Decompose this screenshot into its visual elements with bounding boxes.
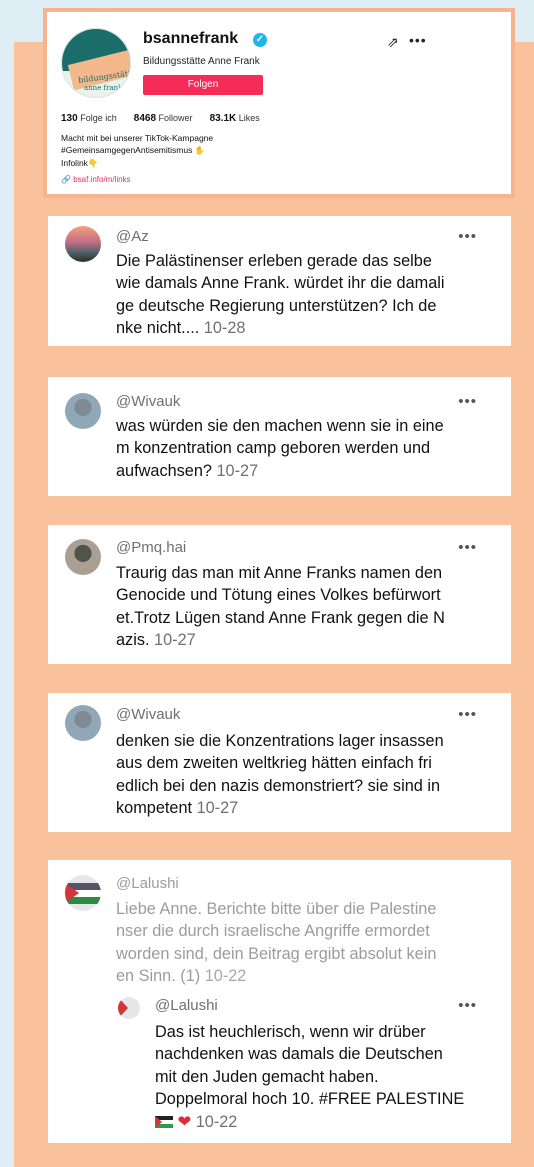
comment-text: Die Palästinenser erleben gerade das sel… bbox=[116, 250, 504, 340]
profile-bio: Macht mit bei unserer TikTok-Kampagne #G… bbox=[61, 132, 213, 170]
reply-line: ❤ 10-22 bbox=[155, 1111, 495, 1133]
comment-line: edlich bei den nazis demonstriert? sie s… bbox=[116, 776, 440, 795]
comment-text: was würden sie den machen wenn sie in ei… bbox=[116, 415, 504, 482]
reply-username[interactable]: @Lalushi bbox=[155, 997, 218, 1014]
avatar[interactable] bbox=[65, 539, 101, 575]
heart-icon: ❤ bbox=[177, 1112, 192, 1131]
comment-card: @Lalushi Liebe Anne. Berichte bitte über… bbox=[48, 860, 511, 1143]
pointing-hand-icon: 👇 bbox=[87, 159, 98, 168]
comment-card: @Wivauk ••• was würden sie den machen we… bbox=[48, 377, 511, 496]
comment-line: nke nicht.... 10-28 bbox=[116, 319, 246, 338]
likes-count: 83.1K bbox=[209, 113, 237, 124]
comment-card: @Wivauk ••• denken sie die Konzentration… bbox=[48, 693, 511, 832]
followers-count[interactable]: 8468 bbox=[134, 113, 156, 124]
comment-card: @Az ••• Die Palästinenser erleben gerade… bbox=[48, 216, 511, 346]
comment-username[interactable]: @Az bbox=[116, 228, 149, 245]
comment-date: 10-27 bbox=[216, 461, 259, 480]
following-count[interactable]: 130 bbox=[61, 113, 78, 124]
comment-line: m konzentration camp geboren werden und bbox=[116, 439, 431, 458]
comment-line: aufwachsen? 10-27 bbox=[116, 461, 259, 480]
comment-line: nser die durch israelische Angriffe ermo… bbox=[116, 922, 430, 941]
hashtag-link[interactable]: #GemeinsamgegenAntisemitismus bbox=[61, 145, 192, 155]
more-icon[interactable]: ••• bbox=[458, 228, 477, 245]
comment-username[interactable]: @Lalushi bbox=[116, 875, 179, 892]
share-icon[interactable]: ⇗ bbox=[387, 34, 399, 51]
verified-checkmark-icon: ✓ bbox=[253, 33, 267, 47]
avatar[interactable] bbox=[65, 875, 101, 911]
comment-line: worden sind, dein Beitrag ergibt absolut… bbox=[116, 944, 437, 963]
reply-date: 10-22 bbox=[195, 1112, 238, 1131]
comment-line: aus dem zweiten weltkrieg hätten einfach… bbox=[116, 754, 432, 773]
comment-date: 10-27 bbox=[154, 631, 196, 650]
avatar[interactable] bbox=[65, 226, 101, 262]
more-icon[interactable]: ••• bbox=[458, 706, 477, 723]
profile-link-text[interactable]: bsaf.info/m/links bbox=[73, 175, 130, 184]
more-icon[interactable]: ••• bbox=[458, 997, 477, 1014]
comment-line: azis. 10-27 bbox=[116, 631, 196, 650]
likes-label: Likes bbox=[238, 113, 260, 123]
comment-username[interactable]: @Pmq.hai bbox=[116, 539, 186, 556]
reply-text: Das ist heuchlerisch, wenn wir drüber na… bbox=[155, 1021, 495, 1133]
comment-text: Traurig das man mit Anne Franks namen de… bbox=[116, 562, 504, 652]
comment-username[interactable]: @Wivauk bbox=[116, 706, 180, 723]
reply-line: Das ist heuchlerisch, wenn wir drüber bbox=[155, 1023, 426, 1041]
flag-triangle bbox=[118, 997, 128, 1019]
avatar[interactable] bbox=[65, 393, 101, 429]
comment-line: Traurig das man mit Anne Franks namen de… bbox=[116, 564, 443, 582]
comment-date: 10-28 bbox=[203, 319, 246, 338]
comment-line: denken sie die Konzentrations lager insa… bbox=[116, 732, 444, 750]
comment-date: 10-22 bbox=[204, 967, 247, 986]
comment-line: ge deutsche Regierung unterstützen? Ich … bbox=[116, 296, 437, 315]
bio-line: #GemeinsamgegenAntisemitismus ✋ bbox=[61, 144, 213, 157]
more-icon[interactable]: ••• bbox=[409, 32, 427, 48]
avatar[interactable] bbox=[65, 705, 101, 741]
link-icon: 🔗 bbox=[61, 175, 71, 184]
follow-button[interactable]: Folgen bbox=[143, 75, 263, 95]
profile-display-name: Bildungsstätte Anne Frank bbox=[143, 56, 260, 67]
comment-line: wie damals Anne Frank. würdet ihr die da… bbox=[116, 274, 445, 293]
flag-triangle bbox=[65, 883, 79, 903]
infolink-text: Infolink bbox=[61, 158, 88, 168]
comment-line: kompetent 10-27 bbox=[116, 799, 239, 818]
profile-link[interactable]: 🔗 bsaf.info/m/links bbox=[61, 175, 131, 184]
comment-text: denken sie die Konzentrations lager insa… bbox=[116, 730, 504, 820]
profile-avatar[interactable]: bildungsstätte anne frank bbox=[61, 28, 131, 98]
more-icon[interactable]: ••• bbox=[458, 539, 477, 556]
followers-label: Follower bbox=[158, 113, 193, 123]
palestine-flag-icon bbox=[155, 1115, 173, 1128]
bio-line: Macht mit bei unserer TikTok-Kampagne bbox=[61, 133, 214, 143]
comment-card: @Pmq.hai ••• Traurig das man mit Anne Fr… bbox=[48, 525, 511, 664]
reply-avatar[interactable] bbox=[118, 997, 140, 1019]
reply-line: Doppelmoral hoch 10. #FREE PALESTINE bbox=[155, 1090, 465, 1109]
hand-icon: ✋ bbox=[194, 146, 205, 155]
comment-text: Liebe Anne. Berichte bitte über die Pale… bbox=[116, 898, 504, 988]
profile-card: bildungsstätte anne frank bsannefrank ✓ … bbox=[43, 8, 515, 198]
comment-line: Liebe Anne. Berichte bitte über die Pale… bbox=[116, 900, 437, 918]
comment-username[interactable]: @Wivauk bbox=[116, 393, 180, 410]
comment-line: en Sinn. (1) 10-22 bbox=[116, 967, 247, 986]
reply-line: nachdenken was damals die Deutschen bbox=[155, 1045, 443, 1064]
reply-line: mit den Juden gemacht haben. bbox=[155, 1067, 379, 1086]
comment-line: Genocide und Tötung eines Volkes befürwo… bbox=[116, 586, 441, 605]
comment-date: 10-27 bbox=[196, 799, 239, 818]
following-label: Folge ich bbox=[80, 113, 117, 123]
comment-line: was würden sie den machen wenn sie in ei… bbox=[116, 417, 444, 435]
bio-line: Infolink👇 bbox=[61, 157, 213, 170]
comment-line: Die Palästinenser erleben gerade das sel… bbox=[116, 252, 432, 270]
profile-stats: 130 Folge ich 8468 Follower 83.1K Likes bbox=[61, 113, 260, 124]
avatar-logo-text: anne frank bbox=[84, 84, 123, 92]
profile-handle: bsannefrank bbox=[143, 30, 239, 47]
comment-line: et.Trotz Lügen stand Anne Frank gegen di… bbox=[116, 608, 445, 627]
more-icon[interactable]: ••• bbox=[458, 393, 477, 410]
